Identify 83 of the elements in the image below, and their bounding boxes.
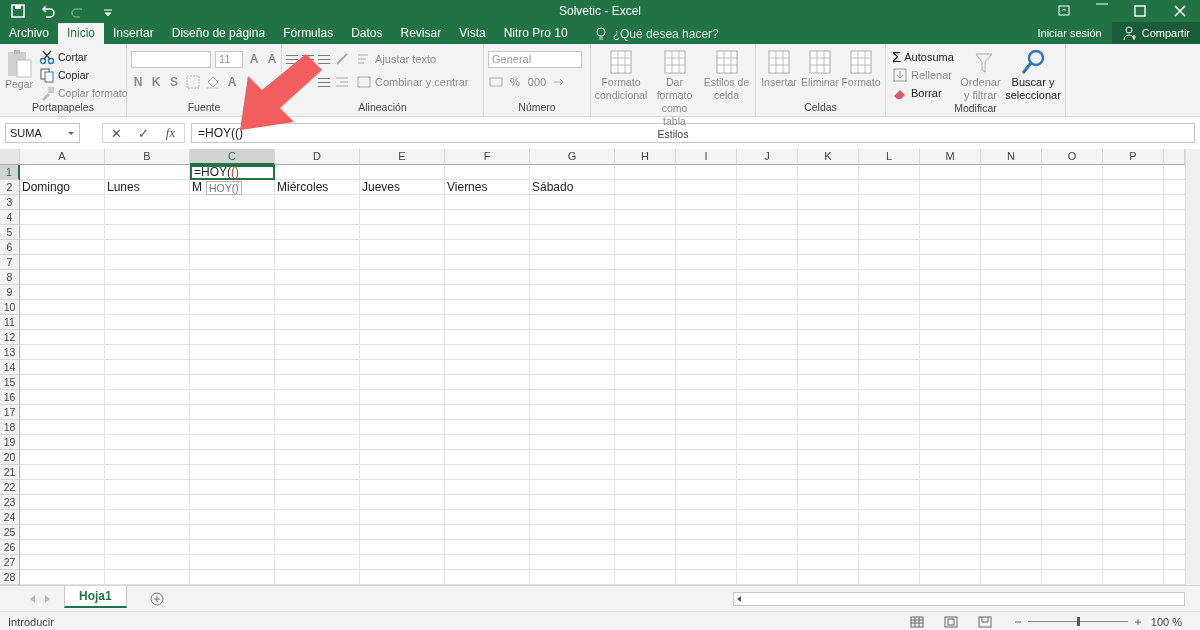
sign-in-link[interactable]: Iniciar sesión xyxy=(1027,27,1112,39)
column-header[interactable]: I xyxy=(676,149,737,165)
row-header[interactable]: 6 xyxy=(0,240,20,255)
column-header[interactable]: C xyxy=(190,149,275,165)
group-label: Portapapeles xyxy=(32,101,94,113)
row-header[interactable]: 12 xyxy=(0,330,20,345)
function-tooltip: HOY() xyxy=(206,181,242,195)
share-button[interactable]: Compartir xyxy=(1111,22,1200,44)
ribbon-tab[interactable]: Nitro Pro 10 xyxy=(494,23,577,44)
row-header[interactable]: 28 xyxy=(0,570,20,585)
row-header[interactable]: 3 xyxy=(0,195,20,210)
name-box[interactable]: SUMA xyxy=(5,123,80,143)
column-header[interactable]: B xyxy=(105,149,190,165)
column-header[interactable]: J xyxy=(737,149,798,165)
ribbon-button[interactable]: Buscar y seleccionar xyxy=(1005,48,1061,102)
group-label: Estilos xyxy=(657,128,689,140)
column-header[interactable]: K xyxy=(798,149,859,165)
row-header[interactable]: 1 xyxy=(0,165,20,180)
row-header[interactable]: 7 xyxy=(0,255,20,270)
row-header[interactable]: 20 xyxy=(0,450,20,465)
sheet-tab[interactable]: Hoja1 xyxy=(64,585,127,608)
row-header[interactable]: 26 xyxy=(0,540,20,555)
row-header[interactable]: 25 xyxy=(0,525,20,540)
ribbon-tab[interactable]: Vista xyxy=(450,23,495,44)
row-header[interactable]: 18 xyxy=(0,420,20,435)
column-header[interactable]: H xyxy=(615,149,676,165)
ribbon-tab[interactable]: Fórmulas xyxy=(274,23,343,44)
cancel-button[interactable]: ✕ xyxy=(103,124,130,142)
status-mode: Introducir xyxy=(8,615,54,628)
zoom-level[interactable]: 100 % xyxy=(1150,615,1182,628)
clipboard-button[interactable]: Copiar xyxy=(37,66,130,83)
group-label: Celdas xyxy=(804,101,837,113)
row-header[interactable]: 5 xyxy=(0,225,20,240)
table-cell[interactable]: Domingo xyxy=(20,180,105,195)
row-header[interactable]: 27 xyxy=(0,555,20,570)
column-header[interactable]: P xyxy=(1103,149,1164,165)
row-header[interactable]: 11 xyxy=(0,315,20,330)
column-header[interactable]: O xyxy=(1042,149,1103,165)
column-header[interactable]: L xyxy=(859,149,920,165)
row-header[interactable]: 24 xyxy=(0,510,20,525)
table-cell[interactable]: Sábado xyxy=(530,180,615,195)
clipboard-button[interactable]: Cortar xyxy=(37,48,130,65)
row-header[interactable]: 19 xyxy=(0,435,20,450)
table-cell[interactable]: Jueves xyxy=(360,180,445,195)
clear-button[interactable]: Borrar xyxy=(890,84,956,101)
ribbon-tab[interactable]: Archivo xyxy=(0,23,58,44)
row-header[interactable]: 16 xyxy=(0,390,20,405)
table-cell[interactable]: Miércoles xyxy=(275,180,360,195)
ribbon-tab[interactable]: Datos xyxy=(342,23,392,44)
ribbon-tab[interactable]: Revisar xyxy=(391,23,451,44)
enter-button[interactable]: ✓ xyxy=(130,124,157,142)
column-header[interactable]: N xyxy=(981,149,1042,165)
column-header[interactable]: A xyxy=(20,149,105,165)
row-header[interactable]: 13 xyxy=(0,345,20,360)
group-label: Alineación xyxy=(358,101,407,113)
window-title: Solvetic - Excel xyxy=(559,4,641,18)
row-header[interactable]: 15 xyxy=(0,375,20,390)
autosum-button[interactable]: Σ Autosuma xyxy=(890,48,956,65)
row-header[interactable]: 17 xyxy=(0,405,20,420)
row-header[interactable]: 23 xyxy=(0,495,20,510)
row-header[interactable]: 8 xyxy=(0,270,20,285)
column-header[interactable]: D xyxy=(275,149,360,165)
row-header[interactable]: 9 xyxy=(0,285,20,300)
group-label: Número xyxy=(518,101,556,113)
insert-function-button[interactable]: fx xyxy=(157,124,184,142)
column-header[interactable]: M xyxy=(920,149,981,165)
table-cell[interactable]: Viernes xyxy=(445,180,530,195)
column-header[interactable]: F xyxy=(445,149,530,165)
row-header[interactable]: 4 xyxy=(0,210,20,225)
ribbon-tab[interactable]: Insertar xyxy=(104,23,163,44)
row-header[interactable]: 2 xyxy=(0,180,20,195)
table-cell[interactable]: Lunes xyxy=(105,180,190,195)
group-label: Fuente xyxy=(187,101,221,113)
group-label: Modificar xyxy=(954,102,997,114)
ribbon-tab[interactable]: Diseño de página xyxy=(162,23,275,44)
column-header[interactable]: E xyxy=(360,149,445,165)
row-header[interactable]: 14 xyxy=(0,360,20,375)
row-header[interactable]: 22 xyxy=(0,480,20,495)
ribbon-tab[interactable]: Inicio xyxy=(58,23,105,44)
column-header[interactable]: G xyxy=(530,149,615,165)
tell-me-search[interactable]: ¿Qué desea hacer? xyxy=(586,23,725,44)
row-header[interactable]: 21 xyxy=(0,465,20,480)
row-header[interactable]: 10 xyxy=(0,300,20,315)
